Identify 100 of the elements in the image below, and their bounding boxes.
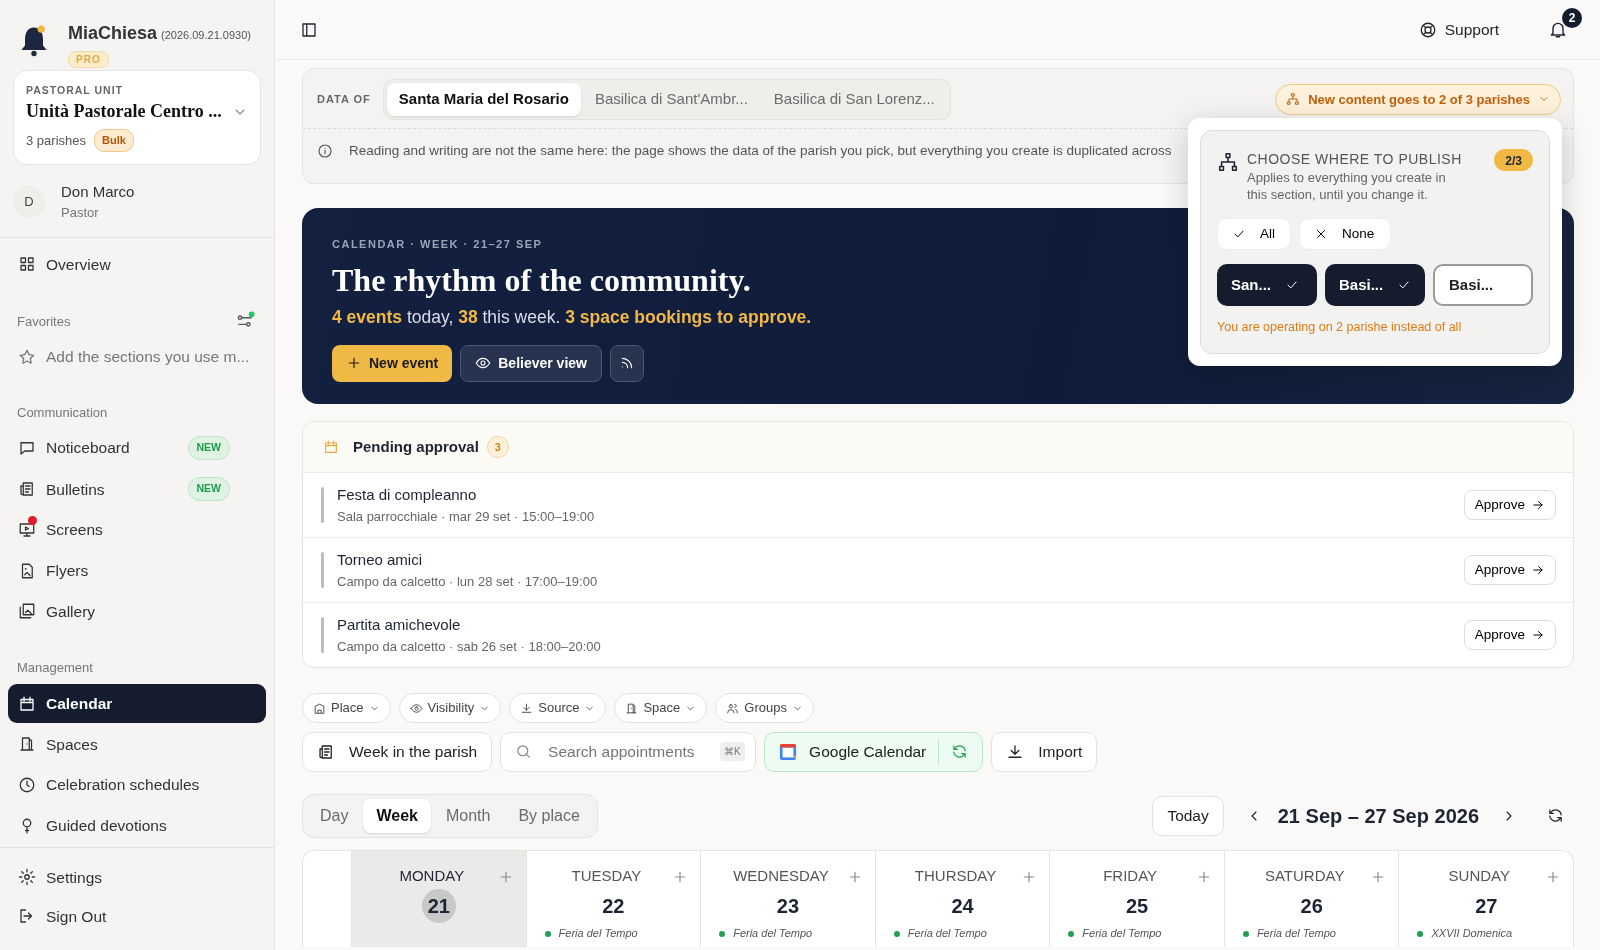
day-date: 21 xyxy=(421,889,456,924)
import-button[interactable]: Import xyxy=(991,731,1098,772)
view-tab[interactable]: Day xyxy=(307,798,362,833)
popover-title: CHOOSE WHERE TO PUBLISH xyxy=(1247,150,1463,169)
filter-dropdown[interactable]: Visibility xyxy=(398,693,502,723)
rss-icon xyxy=(619,355,635,371)
building-icon xyxy=(313,701,326,715)
view-tab[interactable]: Month xyxy=(432,798,504,833)
liturgical-day: XXVII Domenica xyxy=(1431,925,1513,942)
status-dot xyxy=(1068,930,1075,937)
sidebar-item[interactable]: Overview xyxy=(8,244,266,284)
publish-scope-button[interactable]: New content goes to 2 of 3 parishes xyxy=(1275,83,1561,115)
calendar-app-icon xyxy=(779,742,798,761)
parish-tab[interactable]: Basilica di Sant'Ambr... xyxy=(582,83,760,116)
hero-title: The rhythm of the community. xyxy=(332,261,751,301)
search-icon xyxy=(515,743,533,761)
alert-dot xyxy=(28,516,37,526)
parish-tab[interactable]: Santa Maria del Rosario xyxy=(386,83,581,116)
hero-summary: 4 events today, 38 this week. 3 space bookings to approve. xyxy=(332,306,812,330)
calendar-icon xyxy=(323,439,339,455)
day-date: 25 xyxy=(1124,894,1150,920)
day-name: MONDAY xyxy=(399,865,465,886)
day-name: WEDNESDAY xyxy=(733,865,829,886)
sidebar-item[interactable]: Settings xyxy=(8,857,266,897)
booking-title: Festa di compleanno xyxy=(337,485,478,506)
plan-badge: PRO xyxy=(68,51,109,68)
refresh-icon xyxy=(1547,807,1564,825)
bulk-badge: Bulk xyxy=(94,129,134,152)
sidebar-item[interactable]: Screens xyxy=(8,510,266,550)
filter-dropdown[interactable]: Source xyxy=(509,693,607,723)
newspaper-icon xyxy=(18,480,36,499)
search-field[interactable]: Search appointments ⌘K xyxy=(500,731,757,772)
new-badge: NEW xyxy=(187,477,230,502)
parish-toggle[interactable]: Basi... xyxy=(1433,263,1533,306)
info-text: Reading and writing are not the same here: the page shows the data of the parish you pick, but everything you create is duplicated across xyxy=(349,141,1172,160)
user-name: Don Marco xyxy=(61,181,135,202)
sidebar-item[interactable]: Flyers xyxy=(8,551,266,591)
today-button[interactable]: Today xyxy=(1152,795,1224,836)
sidebar-toggle-icon[interactable] xyxy=(300,20,318,39)
sidebar-item[interactable]: Celebration schedules xyxy=(8,765,266,805)
scope-warning: You are operating on 2 parishe instead of all xyxy=(1217,318,1463,336)
day-date: 22 xyxy=(601,894,626,920)
week-in-parish-button[interactable]: Week in the parish xyxy=(302,731,493,772)
parish-tab[interactable]: Basilica di San Lorenz... xyxy=(761,83,947,116)
eye-icon xyxy=(409,701,423,715)
download-icon xyxy=(520,701,534,715)
day-date: 23 xyxy=(775,894,801,920)
sidebar-item[interactable]: Calendar xyxy=(8,683,266,724)
parish-toggle[interactable]: Basi... xyxy=(1325,263,1425,306)
sidebar-item[interactable]: Guided devotions xyxy=(8,805,266,846)
sitemap-icon xyxy=(1217,151,1239,173)
rss-button[interactable] xyxy=(610,344,644,382)
believer-view-button[interactable]: Believer view xyxy=(460,344,602,382)
pastoral-unit-selector[interactable]: PASTORAL UNIT Unità Pastorale Centro ... 3 parishes Bulk xyxy=(13,69,261,165)
unit-name: Unità Pastorale Centro ... xyxy=(26,100,222,124)
data-of-label: DATA OF xyxy=(317,92,371,107)
day-name: FRIDAY xyxy=(1103,865,1158,886)
liturgical-day: Feria del Tempo xyxy=(907,925,987,942)
shortcut-key: ⌘K xyxy=(720,742,745,762)
liturgical-day: Feria del Tempo xyxy=(1256,925,1336,942)
filter-dropdown[interactable]: Groups xyxy=(715,693,814,723)
sidebar-item[interactable]: Noticeboard NEW xyxy=(8,428,266,468)
new-event-button[interactable]: New event xyxy=(332,344,453,382)
filter-dropdown[interactable]: Place xyxy=(302,693,391,723)
sidebar-item[interactable]: Spaces xyxy=(8,724,266,764)
booking-title: Torneo amici xyxy=(337,550,424,571)
filter-dropdown[interactable]: Space xyxy=(614,693,708,723)
booking-details: Sala parrocchiale · mar 29 set · 15:00–19:00 xyxy=(337,507,595,526)
new-badge: NEW xyxy=(187,436,230,460)
parish-toggle[interactable]: San... xyxy=(1217,263,1317,306)
approve-button[interactable]: Approve xyxy=(1463,620,1556,651)
view-tab[interactable]: Week xyxy=(363,798,431,833)
select-none-button[interactable]: None xyxy=(1299,217,1391,250)
support-button[interactable]: Support xyxy=(1417,16,1500,43)
view-tab[interactable]: By place xyxy=(505,798,593,833)
status-dot xyxy=(893,930,900,937)
day-name: TUESDAY xyxy=(571,865,642,886)
day-name: SUNDAY xyxy=(1448,865,1510,886)
booking-title: Partita amichevole xyxy=(337,615,462,636)
approve-button[interactable]: Approve xyxy=(1463,490,1556,521)
approve-button[interactable]: Approve xyxy=(1463,555,1556,586)
user-avatar: D xyxy=(13,185,45,218)
pending-count: 3 xyxy=(486,436,509,458)
sidebar-item[interactable]: Gallery xyxy=(8,591,266,632)
door-icon xyxy=(18,735,36,754)
eye-icon xyxy=(475,355,492,371)
notifications-button[interactable]: 2 xyxy=(1548,7,1582,40)
search-input[interactable]: Search appointments xyxy=(546,739,707,765)
app-version: (2026.09.21.0930) xyxy=(161,28,251,43)
sidebar-item[interactable]: Bulletins NEW xyxy=(8,469,266,510)
date-range: 21 Sep – 27 Sep 2026 xyxy=(1277,803,1479,829)
day-name: THURSDAY xyxy=(914,865,997,886)
day-date: 27 xyxy=(1474,894,1499,920)
google-calendar-button[interactable]: Google Calendar xyxy=(764,731,984,772)
sitemap-icon xyxy=(1286,92,1301,107)
pending-title: Pending approval xyxy=(353,436,479,457)
select-all-button[interactable]: All xyxy=(1217,217,1291,250)
favorites-hint: Add the sections you use m... xyxy=(8,337,266,377)
liturgical-day: Feria del Tempo xyxy=(1082,925,1162,942)
sidebar-item[interactable]: Sign Out xyxy=(8,896,266,937)
